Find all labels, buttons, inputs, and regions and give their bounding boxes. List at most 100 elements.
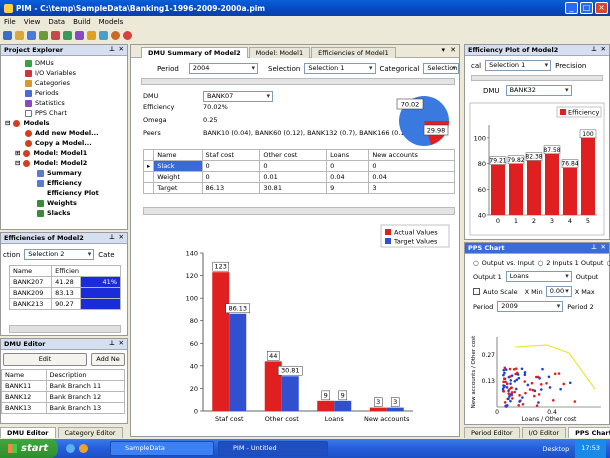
collapse-icon[interactable]: ⊟ — [15, 158, 20, 168]
table-row[interactable]: Target 86.13 30.81 9 3 — [142, 182, 455, 194]
table-row[interactable]: BANK13 Bank Branch 13 — [1, 402, 126, 414]
horizontal-scrollbar[interactable] — [9, 325, 121, 333]
col-description[interactable]: Description — [45, 369, 126, 381]
tab-menu-icon[interactable]: ▾ — [441, 46, 445, 54]
dmu-dropdown[interactable]: BANK32 — [505, 85, 572, 96]
close-icon[interactable]: ✕ — [119, 339, 124, 347]
tree-item-io-variables[interactable]: I/O Variables — [1, 68, 127, 78]
tree-icon[interactable] — [63, 30, 72, 40]
col-efficiency[interactable]: Efficien — [51, 265, 121, 277]
tree-item-efficiency[interactable]: Efficiency — [1, 178, 127, 188]
close-icon[interactable]: ✕ — [119, 233, 124, 241]
radio-3[interactable]: ○ — [606, 259, 610, 267]
tree-item-model2[interactable]: ⊟ Model: Model2 — [1, 158, 127, 168]
close-icon[interactable]: ✕ — [119, 45, 124, 53]
table-row[interactable]: BANK213 90.27 — [8, 298, 121, 310]
taskbar-item-sampledata[interactable]: SampleData — [110, 441, 214, 456]
scatter-point — [515, 371, 519, 375]
new-icon[interactable] — [3, 30, 12, 40]
menu-models[interactable]: Models — [99, 18, 124, 26]
close-icon[interactable]: ✕ — [601, 243, 606, 251]
tab-category-editor[interactable]: Category Editor — [57, 426, 123, 438]
scatter-point — [513, 390, 517, 394]
table-row[interactable]: Weight 0 0.01 0.04 0.04 — [142, 171, 455, 183]
pin-icon[interactable]: ⊥ — [109, 45, 115, 53]
selection-dropdown[interactable]: Selection 1 — [485, 60, 552, 71]
edit-button[interactable]: Edit — [3, 353, 87, 366]
menu-view[interactable]: View — [24, 18, 41, 26]
radio-2-inputs[interactable]: ○ — [538, 259, 544, 267]
selection-dropdown[interactable]: Selection 2 — [24, 249, 95, 260]
categorical-dropdown[interactable]: Selection 1 — [423, 63, 459, 74]
table-row[interactable]: BANK12 Bank Branch 12 — [1, 391, 126, 403]
table-row[interactable]: ▸ Slack 0 0 0 0 — [142, 160, 455, 172]
minimize-button[interactable]: _ — [565, 2, 578, 14]
expand-icon[interactable]: ⊞ — [15, 148, 20, 158]
table-row[interactable]: BANK209 83.13 — [8, 287, 121, 299]
tree-item-periods[interactable]: Periods — [1, 88, 127, 98]
quicklaunch-ie-icon[interactable] — [66, 444, 75, 453]
tree-item-summary[interactable]: Summary — [1, 168, 127, 178]
quicklaunch-media-icon[interactable] — [79, 444, 88, 453]
add-new-button[interactable]: Add Ne — [91, 353, 125, 366]
tree-item-models[interactable]: ⊟ Models — [1, 118, 127, 128]
period-dropdown[interactable]: 2009 — [497, 301, 564, 312]
tree-item-pps-chart[interactable]: PPS Chart — [1, 108, 127, 118]
run-icon[interactable] — [87, 30, 96, 40]
selection-dropdown[interactable]: Selection 1 — [304, 63, 376, 74]
tree-item-dmus[interactable]: DMUs — [1, 58, 127, 68]
tree-item-statistics[interactable]: Statistics — [1, 98, 127, 108]
tree-item-add-model[interactable]: Add new Model... — [1, 128, 127, 138]
dmu-dropdown[interactable]: BANK07 — [203, 91, 273, 102]
radio-output-vs-input[interactable]: ○ — [473, 259, 479, 267]
tab-dmu-editor[interactable]: DMU Editor — [0, 426, 56, 438]
tab-dmu-summary[interactable]: DMU Summary of Model2 — [141, 47, 248, 58]
tab-pps-chart[interactable]: PPS Chart — [568, 426, 610, 438]
start-button[interactable]: start — [0, 439, 58, 458]
close-icon[interactable]: ✕ — [450, 46, 456, 54]
open-icon[interactable] — [15, 30, 24, 40]
menu-file[interactable]: File — [4, 18, 16, 26]
close-icon[interactable]: ✕ — [601, 45, 606, 53]
maximize-button[interactable]: □ — [580, 2, 593, 14]
col-name[interactable]: Name — [8, 265, 53, 277]
tree-item-efficiency-plot[interactable]: Efficiency Plot — [1, 188, 127, 198]
tree-item-weights[interactable]: Weights — [1, 198, 127, 208]
table-scrollbar[interactable] — [143, 207, 455, 215]
top-scrollbar[interactable] — [141, 78, 455, 85]
collapse-icon[interactable]: ⊟ — [5, 118, 10, 128]
tree-item-categories[interactable]: Categories — [1, 78, 127, 88]
grid-icon[interactable] — [99, 30, 108, 40]
period-dropdown[interactable]: 2004 — [188, 63, 259, 74]
chart-icon[interactable] — [51, 30, 60, 40]
save-icon[interactable] — [27, 30, 36, 40]
pin-icon[interactable]: ⊥ — [109, 339, 115, 347]
desktop-toolbar[interactable]: Desktop — [542, 445, 569, 453]
menu-build[interactable]: Build — [73, 18, 91, 26]
col-name[interactable]: Name — [1, 369, 47, 381]
pin-icon[interactable]: ⊥ — [591, 243, 597, 251]
output1-dropdown[interactable]: Loans — [505, 271, 572, 282]
table-row[interactable]: BANK11 Bank Branch 11 — [1, 380, 126, 392]
tree-item-slacks[interactable]: Slacks — [1, 208, 127, 218]
tree-item-model1[interactable]: ⊞ Model: Model1 — [1, 148, 127, 158]
table-row[interactable]: BANK207 41.28 41% — [8, 276, 121, 288]
menu-data[interactable]: Data — [48, 18, 65, 26]
model-icon[interactable] — [75, 30, 84, 40]
scatter-point — [502, 390, 506, 393]
autoscale-checkbox[interactable] — [473, 288, 480, 295]
close-button[interactable]: × — [595, 2, 608, 14]
tab-efficiencies-model1[interactable]: Efficiencies of Model1 — [311, 47, 396, 58]
tab-model1[interactable]: Model: Model1 — [248, 47, 311, 58]
tab-io-editor[interactable]: I/O Editor — [521, 426, 567, 438]
tab-period-editor[interactable]: Period Editor — [464, 426, 520, 438]
xmin-input[interactable]: 0.00 — [545, 286, 572, 297]
settings-icon[interactable] — [111, 30, 120, 40]
tree-item-copy-model[interactable]: Copy a Model... — [1, 138, 127, 148]
taskbar-item-pim[interactable]: PIM - Untitled — [218, 441, 328, 456]
help-icon[interactable] — [123, 30, 132, 40]
data-icon[interactable] — [39, 30, 48, 40]
pin-icon[interactable]: ⊥ — [109, 233, 115, 241]
peers-value: BANK10 (0.04), BANK60 (0.12), BANK132 (0… — [203, 129, 412, 137]
pin-icon[interactable]: ⊥ — [591, 45, 597, 53]
